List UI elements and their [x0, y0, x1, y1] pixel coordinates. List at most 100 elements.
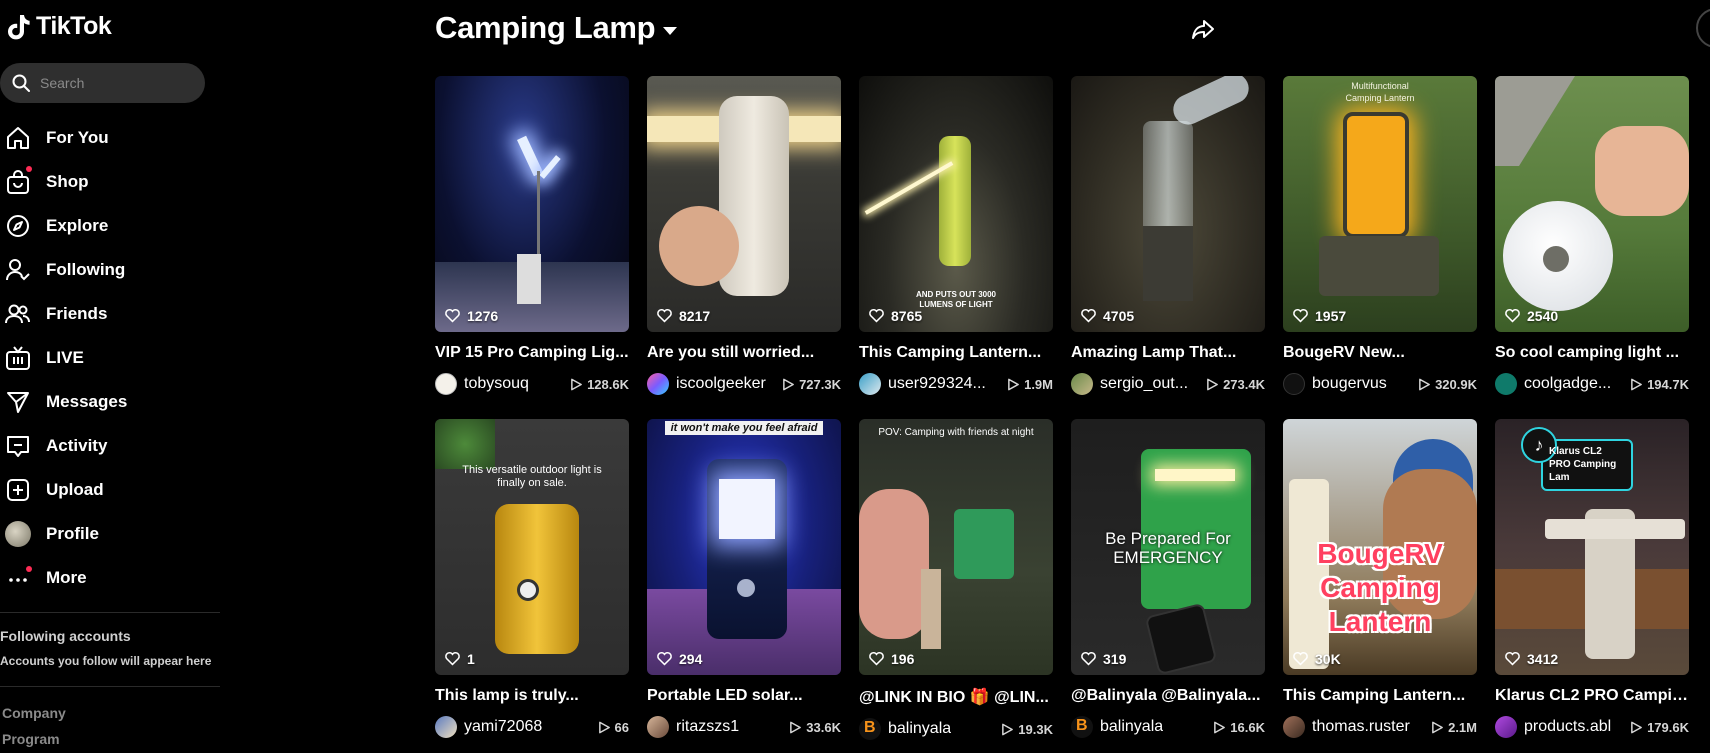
logo-text: TikTok [36, 12, 112, 40]
like-count: 30K [1292, 650, 1341, 667]
video-meta: coolgadge... 194.7K [1495, 372, 1689, 396]
nav-upload[interactable]: Upload [0, 468, 210, 512]
heart-icon [1293, 652, 1308, 666]
video-card[interactable]: 1276 VIP 15 Pro Camping Lig... tobysouq … [435, 76, 629, 396]
video-caption[interactable]: BougeRV New... [1283, 344, 1477, 362]
footer-link-program[interactable]: Program [2, 731, 60, 747]
video-caption[interactable]: Klarus CL2 PRO Campin... [1495, 687, 1689, 705]
video-card[interactable]: This versatile outdoor light is finally … [435, 419, 629, 739]
video-caption[interactable]: This Camping Lantern... [1283, 687, 1477, 705]
nav-label: Shop [46, 172, 89, 191]
nav-for-you[interactable]: For You [0, 116, 210, 160]
sidebar: TikTok For You Shop [0, 0, 220, 753]
video-thumbnail[interactable]: POV: Camping with friends at night 196 [859, 419, 1053, 675]
username[interactable]: balinyala [1100, 718, 1163, 736]
video-caption[interactable]: @LINK IN BIO 🎁 @LIN... [859, 687, 1053, 707]
avatar[interactable] [1495, 716, 1517, 738]
username[interactable]: bougervus [1312, 375, 1387, 393]
username[interactable]: balinyala [888, 720, 951, 738]
video-thumbnail[interactable]: Be Prepared For EMERGENCY 319 [1071, 419, 1265, 675]
video-card[interactable]: 8217 Are you still worried... iscoolgeek… [647, 76, 841, 396]
username[interactable]: yami72068 [464, 718, 542, 736]
username[interactable]: thomas.ruster [1312, 718, 1410, 736]
following-accounts-hint: Accounts you follow will appear here [0, 654, 212, 668]
avatar[interactable] [859, 373, 881, 395]
video-card[interactable]: Multifunctional Camping Lantern 1957 Bou… [1283, 76, 1477, 396]
video-thumbnail[interactable]: BougeRV Camping Lantern 30K [1283, 419, 1477, 675]
avatar[interactable] [1283, 373, 1305, 395]
avatar[interactable] [1495, 373, 1517, 395]
avatar[interactable] [1283, 716, 1305, 738]
divider [0, 612, 220, 613]
search-input[interactable] [40, 75, 190, 91]
username[interactable]: products.abl [1524, 718, 1611, 736]
avatar[interactable] [435, 716, 457, 738]
video-thumbnail[interactable]: ♪ Klarus CL2 PRO Camping Lam 3412 [1495, 419, 1689, 675]
video-card[interactable]: it won't make you feel afraid 294 Portab… [647, 419, 841, 739]
avatar[interactable]: B [859, 718, 881, 740]
video-thumbnail[interactable]: This versatile outdoor light is finally … [435, 419, 629, 675]
view-count: 273.4K [1206, 377, 1265, 392]
like-count: 8217 [656, 307, 710, 324]
video-thumbnail[interactable]: Multifunctional Camping Lantern 1957 [1283, 76, 1477, 332]
video-thumbnail[interactable]: 4705 [1071, 76, 1265, 332]
username[interactable]: tobysouq [464, 375, 529, 393]
live-tv-icon [0, 336, 46, 380]
video-card[interactable]: ♪ Klarus CL2 PRO Camping Lam 3412 Klarus… [1495, 419, 1689, 739]
paper-plane-icon [0, 380, 46, 424]
video-caption[interactable]: @Balinyala @Balinyala... [1071, 687, 1265, 705]
share-icon[interactable] [1190, 16, 1216, 42]
video-caption[interactable]: Are you still worried... [647, 344, 841, 362]
username[interactable]: sergio_out... [1100, 375, 1188, 393]
video-card[interactable]: 2540 So cool camping light ... coolgadge… [1495, 76, 1689, 396]
nav-following[interactable]: Following [0, 248, 210, 292]
video-card[interactable]: 4705 Amazing Lamp That... sergio_out... … [1071, 76, 1265, 396]
avatar[interactable] [647, 373, 669, 395]
footer-link-company[interactable]: Company [2, 705, 66, 721]
nav-label: Activity [46, 436, 108, 455]
username[interactable]: iscoolgeeker [676, 375, 766, 393]
nav-explore[interactable]: Explore [0, 204, 210, 248]
video-thumbnail[interactable]: 1276 [435, 76, 629, 332]
avatar[interactable] [1071, 373, 1093, 395]
username[interactable]: user929324... [888, 375, 986, 393]
person-follow-icon [0, 248, 46, 292]
video-card[interactable]: BougeRV Camping Lantern 30K This Camping… [1283, 419, 1477, 739]
video-thumbnail[interactable]: 2540 [1495, 76, 1689, 332]
nav-friends[interactable]: Friends [0, 292, 210, 336]
video-card[interactable]: AND PUTS OUT 3000 LUMENS OF LIGHT 8765 T… [859, 76, 1053, 396]
video-thumbnail[interactable]: it won't make you feel afraid 294 [647, 419, 841, 675]
view-count-value: 320.9K [1435, 376, 1477, 392]
like-count: 1 [444, 650, 475, 667]
video-card[interactable]: Be Prepared For EMERGENCY 319 @Balinyala… [1071, 419, 1265, 739]
avatar[interactable] [435, 373, 457, 395]
video-caption[interactable]: VIP 15 Pro Camping Lig... [435, 344, 629, 362]
avatar[interactable] [647, 716, 669, 738]
video-caption[interactable]: Amazing Lamp That... [1071, 344, 1265, 362]
username[interactable]: ritazszs1 [676, 718, 739, 736]
nav-messages[interactable]: Messages [0, 380, 210, 424]
scroll-edge-button[interactable] [1696, 8, 1710, 48]
heart-icon [869, 309, 884, 323]
like-count: 2540 [1504, 307, 1558, 324]
tiktok-logo[interactable]: TikTok [6, 12, 112, 41]
video-caption[interactable]: This lamp is truly... [435, 687, 629, 705]
avatar[interactable]: B [1071, 716, 1093, 738]
view-count-value: 66 [614, 719, 629, 735]
nav-profile[interactable]: Profile [0, 512, 210, 556]
search-box[interactable] [0, 63, 205, 103]
nav-shop[interactable]: Shop [0, 160, 210, 204]
like-count: 3412 [1504, 650, 1558, 667]
username[interactable]: coolgadge... [1524, 375, 1611, 393]
page-title-dropdown[interactable]: Camping Lamp [435, 10, 678, 46]
video-caption[interactable]: This Camping Lantern... [859, 344, 1053, 362]
video-thumbnail[interactable]: 8217 [647, 76, 841, 332]
nav-activity[interactable]: Activity [0, 424, 210, 468]
video-caption[interactable]: So cool camping light ... [1495, 344, 1689, 362]
nav-more[interactable]: More [0, 556, 210, 600]
nav-live[interactable]: LIVE [0, 336, 210, 380]
video-thumbnail[interactable]: AND PUTS OUT 3000 LUMENS OF LIGHT 8765 [859, 76, 1053, 332]
video-card[interactable]: POV: Camping with friends at night 196 @… [859, 419, 1053, 741]
video-caption[interactable]: Portable LED solar... [647, 687, 841, 705]
heart-icon [1081, 652, 1096, 666]
